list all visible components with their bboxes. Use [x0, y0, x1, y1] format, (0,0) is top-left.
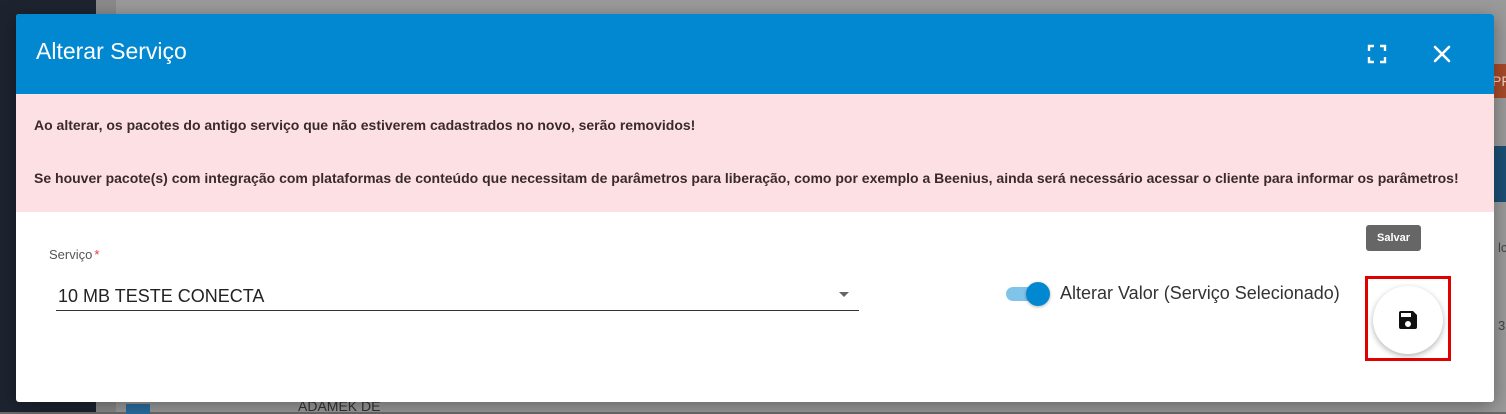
alterar-valor-label: Alterar Valor (Serviço Selecionado) [1060, 283, 1340, 303]
background-blue-block [1492, 146, 1506, 202]
background-badge: PF [1492, 64, 1506, 98]
dialog-header: Alterar Serviço [16, 14, 1494, 94]
background-row-number: 35 [1498, 318, 1506, 333]
service-select-value: 10 MB TESTE CONECTA [58, 286, 265, 306]
alterar-valor-toggle[interactable] [1006, 282, 1050, 306]
alert-message-1: Ao alterar, os pacotes do antigo serviço… [34, 117, 696, 133]
caret-down-icon [839, 292, 849, 297]
dialog-title: Alterar Serviço [36, 38, 187, 64]
background-row-checkbox [126, 404, 150, 414]
service-field-label: Serviço * [49, 247, 99, 262]
alert-message-2: Se houver pacote(s) com integração com p… [34, 170, 1459, 186]
fullscreen-button[interactable] [1359, 36, 1395, 72]
warning-alert: Ao alterar, os pacotes do antigo serviço… [16, 94, 1494, 212]
form-area: Serviço * 10 MB TESTE CONECTA Alterar Val… [16, 212, 1494, 377]
service-select[interactable]: 10 MB TESTE CONECTA [56, 276, 859, 311]
save-tooltip: Salvar [1366, 225, 1421, 251]
alterar-servico-dialog: Alterar Serviço Ao alterar, os pacotes d… [16, 14, 1494, 402]
close-button[interactable] [1424, 36, 1460, 72]
toggle-thumb [1026, 282, 1050, 306]
fullscreen-icon [1367, 44, 1387, 64]
required-mark: * [94, 247, 100, 262]
close-icon [1433, 45, 1451, 63]
save-highlight-box [1365, 276, 1451, 361]
service-label-text: Serviço [49, 247, 93, 262]
background-column-header: lc [1498, 240, 1506, 255]
